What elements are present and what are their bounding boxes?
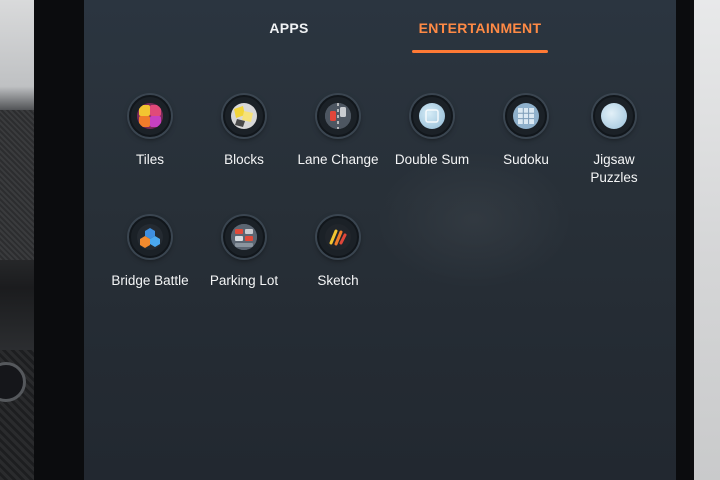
- app-label: Blocks: [224, 152, 264, 167]
- app-label: Sketch: [317, 273, 359, 288]
- app-lane-change[interactable]: Lane Change: [290, 95, 386, 169]
- tiles-icon: [129, 95, 171, 137]
- tab-entertainment[interactable]: ENTERTAINMENT: [412, 20, 548, 50]
- app-label: Lane Change: [297, 152, 379, 167]
- double-sum-icon: [411, 95, 453, 137]
- sudoku-icon: [505, 95, 547, 137]
- app-label: Tiles: [135, 152, 164, 167]
- app-jigsaw-puzzles[interactable]: Jigsaw Puzzles: [566, 95, 662, 187]
- active-tab-indicator: [412, 50, 548, 53]
- tab-bar: APPS ENTERTAINMENT: [84, 0, 676, 56]
- app-parking-lot[interactable]: Parking Lot: [196, 216, 292, 290]
- parking-lot-icon: [223, 216, 265, 258]
- infotainment-screen: APPS ENTERTAINMENT Tiles Blocks Lane Cha…: [84, 0, 676, 480]
- app-tiles[interactable]: Tiles: [102, 95, 198, 169]
- app-blocks[interactable]: Blocks: [196, 95, 292, 169]
- bridge-battle-icon: [129, 216, 171, 258]
- app-sudoku[interactable]: Sudoku: [478, 95, 574, 169]
- app-label: Bridge Battle: [111, 273, 189, 288]
- sketch-icon: [317, 216, 359, 258]
- app-label: Double Sum: [394, 152, 470, 167]
- jigsaw-puzzles-icon: [593, 95, 635, 137]
- blocks-icon: [223, 95, 265, 137]
- lane-change-icon: [317, 95, 359, 137]
- app-sketch[interactable]: Sketch: [290, 216, 386, 290]
- app-label: Sudoku: [503, 152, 549, 167]
- app-bridge-battle[interactable]: Bridge Battle: [102, 216, 198, 290]
- app-double-sum[interactable]: Double Sum: [384, 95, 480, 169]
- tab-apps[interactable]: APPS: [244, 20, 334, 50]
- app-label: Parking Lot: [209, 273, 279, 288]
- app-label: Jigsaw Puzzles: [590, 152, 638, 185]
